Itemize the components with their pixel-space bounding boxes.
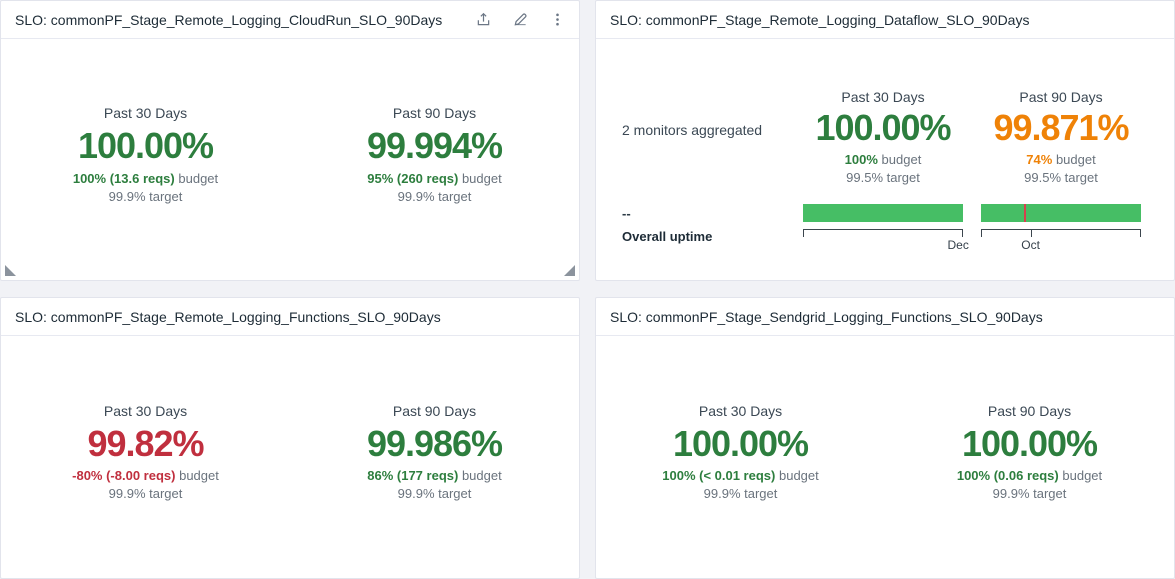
- period-label: Past 90 Days: [1019, 89, 1103, 105]
- uptime-bar-fill: [803, 204, 963, 222]
- budget-word: budget: [461, 468, 502, 484]
- slo-value: 99.871%: [993, 107, 1129, 148]
- axis-tick-start: [803, 230, 804, 237]
- slo-widget-dataflow[interactable]: SLO: commonPF_Stage_Remote_Logging_Dataf…: [595, 0, 1175, 281]
- time-axis: Oct: [981, 229, 1141, 252]
- budget-line: 86% (177 reqs) budget: [290, 468, 579, 483]
- slo-value: 100.00%: [815, 107, 951, 148]
- widget-header: SLO: commonPF_Stage_Sendgrid_Logging_Fun…: [596, 298, 1174, 336]
- widget-title: SLO: commonPF_Stage_Remote_Logging_Dataf…: [610, 11, 1030, 28]
- slo-dashboard: SLO: commonPF_Stage_Remote_Logging_Cloud…: [0, 0, 1175, 579]
- budget-line: 74% budget: [972, 152, 1150, 167]
- uptime-bar-cell-90d: Oct: [972, 204, 1150, 252]
- budget-line: 100% (13.6 reqs) budget: [1, 171, 290, 186]
- target-line: 99.9% target: [108, 486, 183, 502]
- budget-word: budget: [881, 152, 922, 168]
- budget-line: 95% (260 reqs) budget: [290, 171, 579, 186]
- widget-header: SLO: commonPF_Stage_Remote_Logging_Cloud…: [1, 1, 579, 39]
- period-label: Past 30 Days: [841, 89, 925, 105]
- widget-body: Past 30 Days 100.00% 100% (< 0.01 reqs) …: [596, 336, 1174, 578]
- budget-word: budget: [179, 468, 219, 484]
- widget-toolbar: [475, 12, 565, 28]
- budget-word: budget: [461, 170, 502, 186]
- menu-icon[interactable]: [549, 12, 565, 28]
- widget-body: Past 30 Days 100.00% 100% (13.6 reqs) bu…: [1, 39, 579, 280]
- widget-header: SLO: commonPF_Stage_Remote_Logging_Funct…: [1, 298, 579, 336]
- slo-stat-30d: Past 30 Days 100.00% 100% (< 0.01 reqs) …: [596, 403, 885, 501]
- edit-icon[interactable]: [512, 12, 528, 28]
- breach-marker: [1024, 204, 1027, 222]
- axis-tick-end: [962, 230, 963, 237]
- slo-value: 99.82%: [87, 422, 204, 464]
- budget-word: budget: [1055, 152, 1096, 168]
- slo-widget-cloudrun[interactable]: SLO: commonPF_Stage_Remote_Logging_Cloud…: [0, 0, 580, 281]
- overall-uptime-label: Overall uptime: [622, 229, 713, 244]
- monitors-aggregated-label: 2 monitors aggregated: [622, 121, 763, 138]
- budget-line: -80% (-8.00 reqs) budget: [1, 468, 290, 483]
- slo-stat-90d: Past 90 Days 99.871% 74% budget 99.5% ta…: [972, 39, 1150, 204]
- period-label: Past 30 Days: [103, 402, 188, 419]
- slo-stat-30d: Past 30 Days 100.00% 100% (13.6 reqs) bu…: [1, 105, 290, 203]
- budget-word: budget: [778, 468, 819, 484]
- budget-line: 100% budget: [794, 152, 972, 167]
- axis-tick-mid: [1030, 230, 1032, 237]
- widget-title: SLO: commonPF_Stage_Remote_Logging_Cloud…: [15, 11, 443, 28]
- target-line: 99.5% target: [846, 170, 920, 186]
- slo-stat-30d: Past 30 Days 100.00% 100% budget 99.5% t…: [794, 39, 972, 204]
- slo-widget-functions[interactable]: SLO: commonPF_Stage_Remote_Logging_Funct…: [0, 297, 580, 579]
- uptime-bar-fill: [981, 204, 1141, 222]
- widget-body: 2 monitors aggregated Past 30 Days 100.0…: [596, 39, 1174, 280]
- period-label: Past 30 Days: [103, 105, 188, 122]
- budget-word: budget: [178, 170, 219, 186]
- slo-stat-90d: Past 90 Days 100.00% 100% (0.06 reqs) bu…: [885, 403, 1174, 501]
- budget-value: 74%: [1026, 152, 1053, 168]
- widget-body: Past 30 Days 99.82% -80% (-8.00 reqs) bu…: [1, 336, 579, 578]
- budget-value: -80% (-8.00 reqs): [72, 468, 176, 484]
- period-label: Past 90 Days: [392, 105, 477, 122]
- slo-value: 99.994%: [366, 125, 503, 167]
- axis-tick-end: [1140, 230, 1141, 237]
- budget-value: 95% (260 reqs): [367, 170, 459, 186]
- target-line: 99.5% target: [1024, 170, 1098, 186]
- widget-title: SLO: commonPF_Stage_Sendgrid_Logging_Fun…: [610, 308, 1043, 325]
- axis-month-label: Oct: [1021, 238, 1040, 252]
- uptime-bar-cell-30d: Dec: [794, 204, 972, 252]
- export-icon[interactable]: [475, 12, 491, 28]
- target-line: 99.9% target: [703, 486, 778, 502]
- budget-value: 100% (< 0.01 reqs): [662, 468, 776, 484]
- slo-value: 100.00%: [672, 422, 809, 464]
- overall-uptime-value: --: [622, 206, 631, 221]
- slo-value: 100.00%: [961, 422, 1098, 464]
- budget-value: 100%: [844, 152, 878, 168]
- slo-widget-sendgrid[interactable]: SLO: commonPF_Stage_Sendgrid_Logging_Fun…: [595, 297, 1175, 579]
- budget-value: 100% (0.06 reqs): [956, 468, 1059, 484]
- slo-stat-90d: Past 90 Days 99.994% 95% (260 reqs) budg…: [290, 105, 579, 203]
- slo-stat-30d: Past 30 Days 99.82% -80% (-8.00 reqs) bu…: [1, 403, 290, 501]
- widget-header: SLO: commonPF_Stage_Remote_Logging_Dataf…: [596, 1, 1174, 39]
- budget-line: 100% (0.06 reqs) budget: [885, 468, 1174, 483]
- budget-word: budget: [1062, 468, 1103, 484]
- axis-month-label: Dec: [947, 238, 969, 252]
- budget-value: 100% (13.6 reqs): [72, 170, 175, 186]
- target-line: 99.9% target: [397, 188, 472, 204]
- period-label: Past 90 Days: [392, 402, 477, 419]
- axis-tick-start: [981, 230, 982, 237]
- target-line: 99.9% target: [397, 486, 472, 502]
- period-label: Past 90 Days: [987, 402, 1072, 419]
- uptime-bar-30d: Dec: [803, 204, 969, 252]
- overall-uptime-cell: -- Overall uptime: [622, 204, 794, 244]
- slo-stat-90d: Past 90 Days 99.986% 86% (177 reqs) budg…: [290, 403, 579, 501]
- slo-value: 100.00%: [77, 125, 214, 167]
- period-label: Past 30 Days: [698, 402, 783, 419]
- uptime-bar-90d: Oct: [981, 204, 1141, 252]
- slo-value: 99.986%: [366, 422, 503, 464]
- target-line: 99.9% target: [108, 188, 183, 204]
- widget-title: SLO: commonPF_Stage_Remote_Logging_Funct…: [15, 308, 441, 325]
- target-line: 99.9% target: [992, 486, 1067, 502]
- budget-line: 100% (< 0.01 reqs) budget: [596, 468, 885, 483]
- time-axis: Dec: [803, 229, 969, 252]
- budget-value: 86% (177 reqs): [367, 468, 459, 484]
